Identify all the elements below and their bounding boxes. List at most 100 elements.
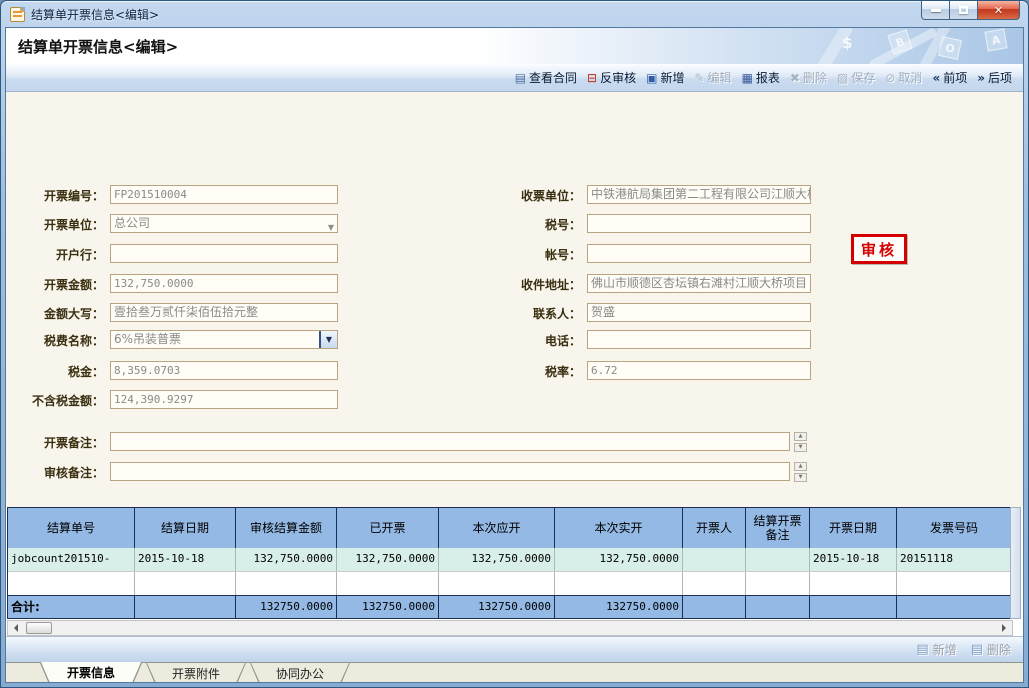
grid-add-button[interactable]: ▤ 新增 bbox=[916, 641, 956, 658]
reverse-audit-icon: ⊟ bbox=[587, 72, 597, 84]
tab-collaboration[interactable]: 协同办公 bbox=[250, 663, 350, 683]
account-no-field[interactable] bbox=[587, 244, 811, 263]
amount-words-label: 金额大写： bbox=[6, 305, 104, 324]
receiver-unit-label: 收票单位： bbox=[406, 187, 581, 206]
tax-no-field[interactable] bbox=[587, 214, 811, 233]
tax-name-select[interactable]: 6%吊装普票 ▼ bbox=[110, 330, 338, 349]
page-header: 结算单开票信息<编辑> $ B O A bbox=[6, 28, 1023, 64]
invoice-remark-label: 开票备注： bbox=[6, 434, 104, 453]
save-icon: ▨ bbox=[837, 72, 848, 84]
col-header: 审核结算金额 bbox=[236, 508, 337, 548]
spin-down-icon[interactable]: ▼ bbox=[794, 473, 807, 482]
previous-item-button[interactable]: « 前项 bbox=[927, 69, 972, 86]
edit-icon: ✎ bbox=[694, 72, 704, 84]
tab-invoice-attachment[interactable]: 开票附件 bbox=[146, 663, 246, 683]
invoice-unit-label: 开票单位： bbox=[6, 216, 104, 235]
vertical-scrollbar[interactable] bbox=[1010, 507, 1021, 619]
audit-stamp: 审核 bbox=[851, 234, 907, 264]
next-icon: » bbox=[977, 72, 985, 84]
scroll-right-icon[interactable] bbox=[996, 621, 1012, 635]
audit-remark-label: 审核备注： bbox=[6, 464, 104, 483]
bank-field[interactable] bbox=[110, 244, 338, 263]
view-contract-icon: ▤ bbox=[515, 72, 526, 84]
page-title: 结算单开票信息<编辑> bbox=[18, 36, 178, 57]
col-header: 开票人 bbox=[683, 508, 746, 548]
view-contract-button[interactable]: ▤ 查看合同 bbox=[510, 69, 582, 86]
scrollbar-thumb[interactable] bbox=[26, 622, 52, 634]
amount-words-field[interactable]: 壹拾叁万贰仟柒佰伍拾元整 bbox=[110, 303, 338, 322]
tax-amount-field[interactable]: 8,359.0703 bbox=[110, 361, 338, 380]
delete-button[interactable]: ✖ 删除 bbox=[785, 69, 832, 86]
window-controls: ✕ bbox=[921, 1, 1020, 20]
minimize-button[interactable] bbox=[921, 1, 950, 20]
tax-name-label: 税费名称： bbox=[6, 332, 104, 351]
col-header: 发票号码 bbox=[897, 508, 1012, 548]
receive-address-field[interactable]: 佛山市顺德区杏坛镇右滩村江顺大桥项目 bbox=[587, 274, 811, 293]
add-button[interactable]: ▣ 新增 bbox=[641, 69, 689, 86]
maximize-button[interactable] bbox=[950, 1, 978, 20]
invoice-form: 开票编号： FP201510004 开票单位： 总公司 ▼ 开户行： 开票金额：… bbox=[6, 92, 1023, 507]
invoice-remark-spinner: ▲ ▼ bbox=[794, 432, 807, 452]
invoice-remark-field[interactable] bbox=[110, 432, 790, 451]
contact-field[interactable]: 贺盛 bbox=[587, 303, 811, 322]
spin-down-icon[interactable]: ▼ bbox=[794, 443, 807, 452]
grid-delete-button[interactable]: ▤ 删除 bbox=[971, 641, 1011, 658]
invoice-no-label: 开票编号： bbox=[6, 187, 104, 206]
invoice-amount-label: 开票金额： bbox=[6, 276, 104, 295]
edit-button[interactable]: ✎ 编辑 bbox=[689, 69, 736, 86]
dollar-sign-graphic: $ bbox=[842, 34, 852, 52]
col-header: 已开票 bbox=[337, 508, 439, 548]
receiver-unit-field[interactable]: 中铁港航局集团第二工程有限公司江顺大桥 bbox=[587, 185, 811, 204]
tax-rate-label: 税率： bbox=[406, 363, 581, 382]
tax-amount-label: 税金： bbox=[6, 363, 104, 382]
amount-excl-tax-label: 不含税金额： bbox=[6, 392, 104, 411]
report-button[interactable]: ▦ 报表 bbox=[737, 69, 785, 86]
bank-label: 开户行： bbox=[6, 246, 104, 265]
window-icon bbox=[10, 7, 25, 22]
title-bar[interactable]: 结算单开票信息<编辑> bbox=[1, 1, 1028, 27]
minimize-icon bbox=[931, 9, 941, 12]
dice-a-graphic: A bbox=[984, 28, 1007, 51]
phone-field[interactable] bbox=[587, 330, 811, 349]
app-window: 结算单开票信息<编辑> ✕ 结算单开票信息<编辑> $ B O A ▤ 查看合同 bbox=[0, 0, 1029, 688]
scroll-left-icon[interactable] bbox=[8, 621, 24, 635]
save-button[interactable]: ▨ 保存 bbox=[832, 69, 880, 86]
phone-label: 电话： bbox=[406, 332, 581, 351]
invoice-amount-field[interactable]: 132,750.0000 bbox=[110, 274, 338, 293]
tax-rate-field[interactable]: 6.72 bbox=[587, 361, 811, 380]
contact-label: 联系人： bbox=[406, 305, 581, 324]
add-icon: ▣ bbox=[646, 72, 657, 84]
grid-add-icon: ▤ bbox=[916, 642, 928, 657]
report-icon: ▦ bbox=[742, 72, 753, 84]
close-icon: ✕ bbox=[994, 4, 1003, 17]
chevron-down-icon[interactable]: ▼ bbox=[320, 331, 337, 348]
close-button[interactable]: ✕ bbox=[978, 1, 1020, 20]
horizontal-scrollbar[interactable] bbox=[7, 620, 1013, 636]
reverse-audit-button[interactable]: ⊟ 反审核 bbox=[582, 69, 641, 86]
cancel-button[interactable]: ⊘ 取消 bbox=[880, 69, 927, 86]
col-header: 开票日期 bbox=[810, 508, 897, 548]
table-total-row: 合计: 132750.0000 132750.0000 132750.0000 … bbox=[8, 595, 1012, 618]
table-row[interactable]: jobcount201510-0084 2015-10-18 132,750.0… bbox=[8, 548, 1012, 571]
spin-up-icon[interactable]: ▲ bbox=[794, 432, 807, 441]
chevron-down-icon[interactable]: ▼ bbox=[328, 219, 334, 233]
audit-remark-field[interactable] bbox=[110, 462, 790, 481]
amount-excl-tax-field[interactable]: 124,390.9297 bbox=[110, 390, 338, 409]
maximize-icon bbox=[959, 6, 968, 14]
toolbar: ▤ 查看合同 ⊟ 反审核 ▣ 新增 ✎ 编辑 ▦ 报表 ✖ 删除 ▨ 保存 ⊘ bbox=[6, 64, 1023, 92]
invoice-no-field[interactable]: FP201510004 bbox=[110, 185, 338, 204]
dice-o-graphic: O bbox=[938, 36, 962, 60]
table-header-row: 结算单号 结算日期 审核结算金额 已开票 本次应开 本次实开 开票人 结算开票备… bbox=[8, 508, 1012, 548]
col-header: 结算开票备注 bbox=[746, 508, 810, 548]
invoice-unit-select[interactable]: 总公司 ▼ bbox=[110, 214, 338, 233]
decorative-banner: $ B O A bbox=[808, 28, 1023, 64]
window-content: 结算单开票信息<编辑> $ B O A ▤ 查看合同 ⊟ 反审核 ▣ 新增 bbox=[5, 27, 1024, 683]
delete-icon: ✖ bbox=[790, 72, 800, 84]
col-header: 本次实开 bbox=[555, 508, 683, 548]
col-header: 结算日期 bbox=[135, 508, 236, 548]
spin-up-icon[interactable]: ▲ bbox=[794, 462, 807, 471]
receive-address-label: 收件地址： bbox=[406, 276, 581, 295]
next-item-button[interactable]: » 后项 bbox=[972, 69, 1017, 86]
table-empty-row bbox=[8, 571, 1012, 595]
tab-invoice-info[interactable]: 开票信息 bbox=[40, 663, 142, 683]
